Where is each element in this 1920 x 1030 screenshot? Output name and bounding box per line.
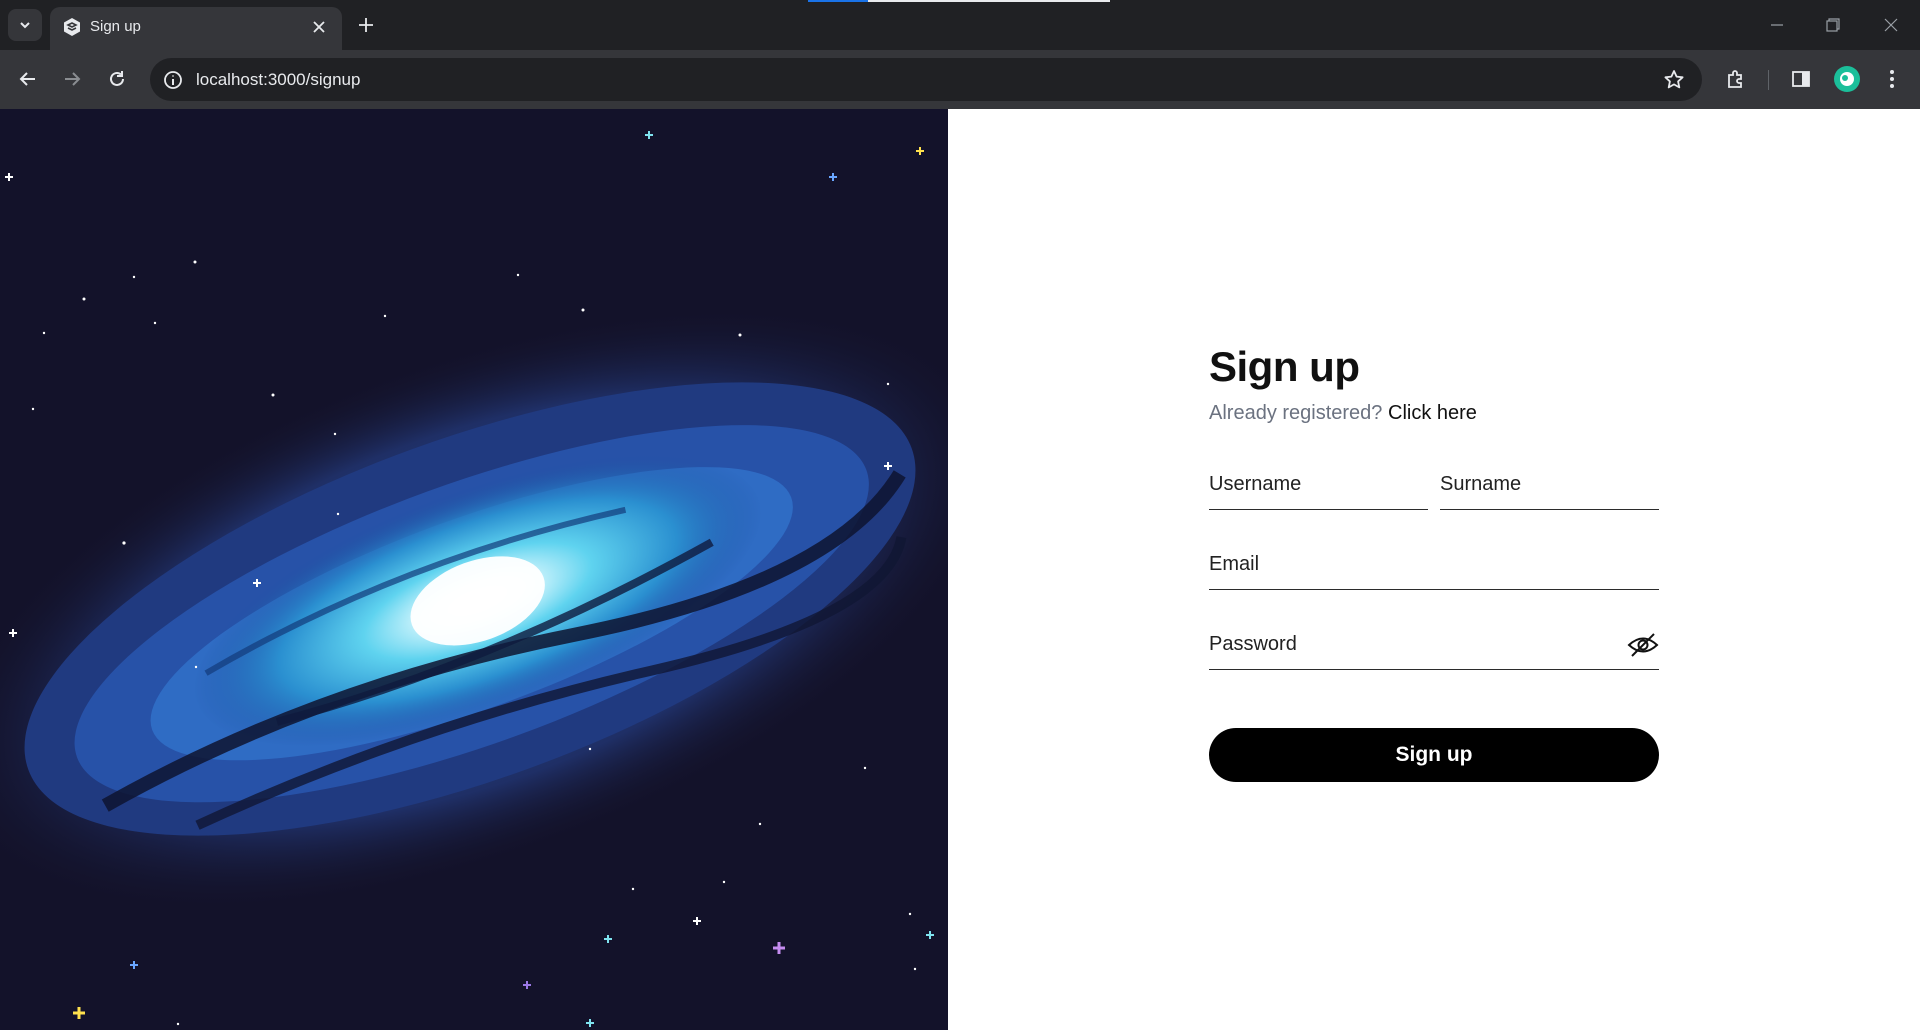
extensions-button[interactable] <box>1722 65 1750 93</box>
galaxy-artwork <box>0 109 948 1030</box>
url-text[interactable]: localhost:3000/signup <box>196 70 360 90</box>
side-panel-button[interactable] <box>1787 65 1815 93</box>
tab-active[interactable]: Sign up <box>50 7 342 50</box>
restore-button[interactable] <box>1820 12 1846 38</box>
restore-icon <box>1826 18 1840 32</box>
profile-avatar[interactable] <box>1834 66 1860 92</box>
surname-input[interactable] <box>1440 460 1659 508</box>
close-icon <box>313 21 325 33</box>
tab-strip-accent-blue <box>808 0 868 2</box>
arrow-left-icon <box>19 72 35 86</box>
galaxy-illustration <box>0 109 948 1030</box>
password-input[interactable] <box>1209 620 1609 668</box>
browser-toolbar: localhost:3000/signup <box>0 50 1920 109</box>
address-bar[interactable]: localhost:3000/signup <box>150 58 1702 101</box>
side-panel-icon <box>1792 71 1810 87</box>
arrow-right-icon <box>65 72 81 86</box>
kebab-menu-icon <box>1890 70 1894 88</box>
eye-off-icon[interactable] <box>1627 632 1659 658</box>
surname-field-wrapper <box>1440 460 1659 510</box>
toolbar-divider <box>1768 70 1769 90</box>
avatar-icon <box>1840 72 1854 86</box>
plus-icon <box>359 18 373 32</box>
password-field-wrapper <box>1209 620 1659 670</box>
puzzle-icon <box>1728 70 1742 88</box>
chevron-down-icon <box>20 22 30 29</box>
username-input[interactable] <box>1209 460 1428 508</box>
login-prompt: Already registered? Click here <box>1209 402 1659 430</box>
signup-form: Sign up Already registered? Click here S… <box>1209 342 1659 782</box>
reload-icon <box>110 71 124 86</box>
browser-menu-button[interactable] <box>1878 65 1906 93</box>
close-window-icon <box>1884 18 1898 32</box>
email-input[interactable] <box>1209 540 1659 588</box>
tab-title: Sign up <box>90 18 141 35</box>
tab-close-button[interactable] <box>308 16 330 38</box>
new-tab-button[interactable] <box>352 11 380 39</box>
signup-button[interactable]: Sign up <box>1209 728 1659 782</box>
bookmark-star-icon[interactable] <box>1662 68 1686 92</box>
site-info-icon[interactable] <box>162 69 184 91</box>
reload-button[interactable] <box>101 63 133 95</box>
page-title: Sign up <box>1209 343 1360 390</box>
click-here-link[interactable]: Click here <box>1388 402 1477 424</box>
close-window-button[interactable] <box>1878 12 1904 38</box>
forward-button[interactable] <box>56 63 88 95</box>
back-button[interactable] <box>12 63 44 95</box>
already-registered-text: Already registered? <box>1209 402 1383 424</box>
tab-search-button[interactable] <box>8 9 42 41</box>
browser-tab-strip: Sign up <box>0 0 1920 50</box>
name-row <box>1209 460 1659 510</box>
minimize-button[interactable] <box>1764 12 1790 38</box>
email-field-wrapper <box>1209 540 1659 590</box>
minimize-icon <box>1771 24 1783 26</box>
username-field-wrapper <box>1209 460 1428 510</box>
favicon-icon <box>64 18 80 36</box>
page-content: Sign up Already registered? Click here S… <box>0 109 1920 1030</box>
